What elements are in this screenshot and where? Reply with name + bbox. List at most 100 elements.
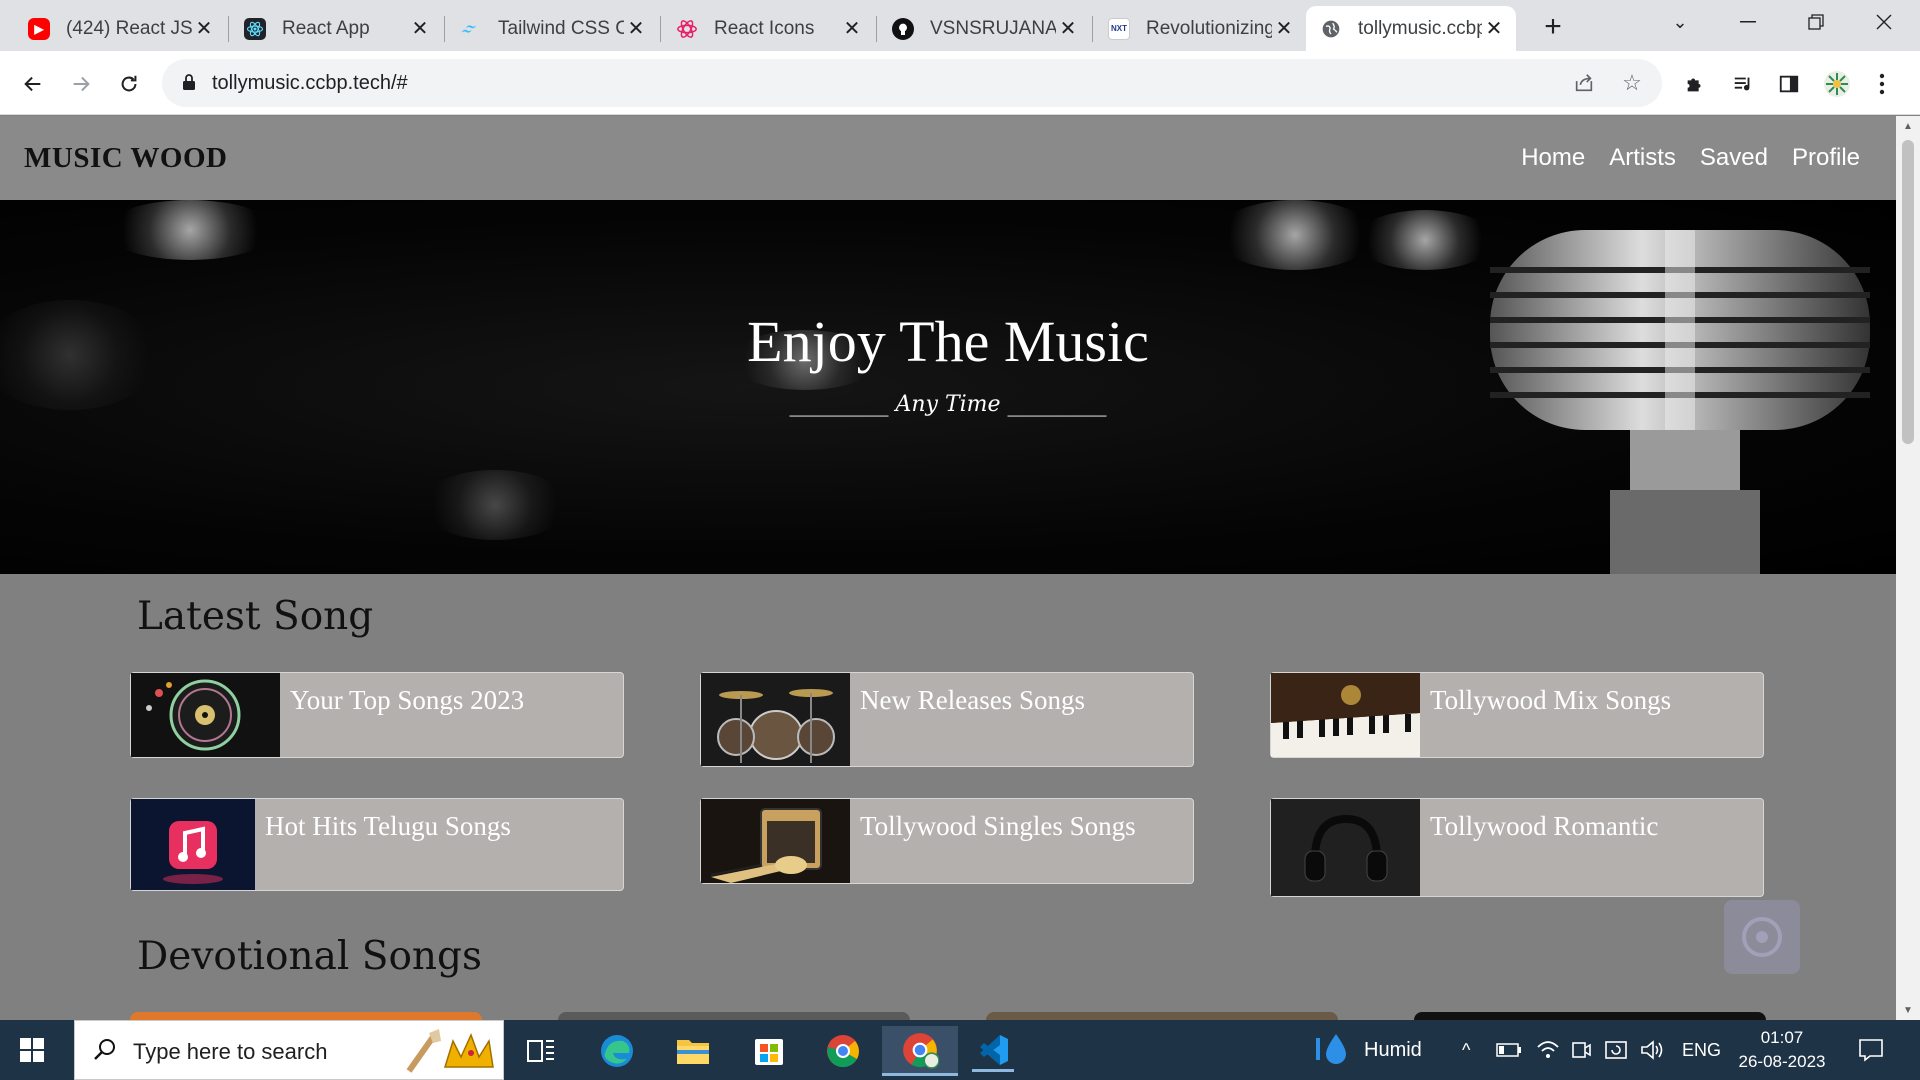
song-card[interactable]: Hot Hits Telugu Songs <box>130 798 624 891</box>
bokeh-light <box>420 470 570 540</box>
tab-title: Revolutionizing <box>1146 17 1272 39</box>
share-icon[interactable] <box>1568 67 1600 99</box>
react-icons-icon <box>676 18 698 40</box>
song-card[interactable]: Your Top Songs 2023 <box>130 672 624 758</box>
song-card-title: Tollywood Mix Songs <box>1430 685 1672 715</box>
restore-icon[interactable] <box>1782 0 1850 44</box>
notifications-icon[interactable] <box>1858 1020 1884 1080</box>
extensions-icon[interactable] <box>1678 67 1712 101</box>
song-card[interactable]: Tollywood Singles Songs <box>700 798 1194 884</box>
close-icon[interactable]: ✕ <box>1056 17 1080 41</box>
forward-arrow-icon[interactable] <box>64 67 98 101</box>
globe-icon <box>1320 18 1342 40</box>
drum-kit-image <box>701 673 850 766</box>
hero-banner: Enjoy The Music _________ Any Time _____… <box>0 200 1896 574</box>
tab-nxtwave[interactable]: NXT Revolutionizing ✕ <box>1094 6 1306 51</box>
chrome-icon[interactable] <box>822 1030 864 1072</box>
bokeh-light <box>105 200 275 260</box>
floating-assistant-button[interactable] <box>1724 900 1800 974</box>
back-arrow-icon[interactable] <box>16 67 50 101</box>
tab-react-icons[interactable]: React Icons ✕ <box>662 6 874 51</box>
lock-icon <box>183 74 195 90</box>
scroll-up-icon[interactable]: ▲ <box>1896 116 1920 136</box>
vinyl-record-image <box>131 673 280 757</box>
minimize-icon[interactable] <box>1714 0 1782 44</box>
language-indicator[interactable]: ENG <box>1682 1020 1721 1080</box>
nav-home[interactable]: Home <box>1521 144 1585 172</box>
youtube-icon: ▶ <box>28 17 50 40</box>
battery-icon[interactable] <box>1496 1020 1522 1080</box>
close-window-icon[interactable] <box>1850 0 1918 44</box>
meet-now-icon[interactable] <box>1570 1020 1592 1080</box>
url-text[interactable]: tollymusic.ccbp.tech/# <box>212 72 408 95</box>
close-icon[interactable]: ✕ <box>408 17 432 41</box>
tab-tollymusic[interactable]: tollymusic.ccbp ✕ <box>1306 6 1516 51</box>
react-icon <box>244 17 266 40</box>
reload-icon[interactable] <box>112 67 146 101</box>
piano-keys-image <box>1271 673 1420 757</box>
close-icon[interactable]: ✕ <box>192 17 216 41</box>
tab-separator <box>444 16 445 42</box>
song-card-title: Tollywood Singles Songs <box>860 811 1136 841</box>
nav-links: Home Artists Saved Profile <box>1521 144 1860 172</box>
clock[interactable]: 01:07 26-08-2023 <box>1734 1020 1830 1080</box>
clock-date: 26-08-2023 <box>1738 1052 1826 1071</box>
tab-strip: ▶ (424) React JS F ✕ React App ✕ Tailwin… <box>0 0 1920 51</box>
side-panel-icon[interactable] <box>1772 67 1806 101</box>
nav-saved[interactable]: Saved <box>1700 144 1768 172</box>
new-tab-icon[interactable]: + <box>1536 10 1570 44</box>
scroll-down-icon[interactable]: ▼ <box>1896 1000 1920 1020</box>
tab-youtube[interactable]: ▶ (424) React JS F ✕ <box>14 6 226 51</box>
hero-subtitle: _________ Any Time _________ <box>789 392 1107 417</box>
profile-avatar[interactable] <box>1820 67 1854 101</box>
song-card-title: Your Top Songs 2023 <box>290 685 525 715</box>
devotional-card[interactable] <box>558 1012 910 1020</box>
song-card[interactable]: Tollywood Mix Songs <box>1270 672 1764 758</box>
devotional-card[interactable] <box>130 1012 482 1020</box>
site-brand[interactable]: MUSIC WOOD <box>24 142 227 175</box>
task-view-icon[interactable] <box>520 1030 562 1072</box>
tab-react-app[interactable]: React App ✕ <box>230 6 442 51</box>
close-icon[interactable]: ✕ <box>840 17 864 41</box>
song-card-title: Tollywood Romantic <box>1430 811 1659 841</box>
edge-icon[interactable] <box>596 1030 638 1072</box>
nav-profile[interactable]: Profile <box>1792 144 1860 172</box>
music-app-icon-image <box>131 799 255 890</box>
tab-search-chevron-icon[interactable]: ⌄ <box>1646 0 1714 44</box>
devotional-songs-heading: Devotional Songs <box>137 934 483 979</box>
headphones-image <box>1271 799 1420 896</box>
tab-title: tollymusic.ccbp <box>1358 17 1482 39</box>
taskbar-search-box[interactable]: Type here to search <box>74 1020 504 1080</box>
vscode-icon[interactable] <box>972 1030 1014 1072</box>
song-card[interactable]: Tollywood Romantic <box>1270 798 1764 897</box>
song-card[interactable]: New Releases Songs <box>700 672 1194 767</box>
bookmark-star-icon[interactable]: ☆ <box>1616 67 1648 99</box>
weather-text: Humid <box>1364 1038 1422 1061</box>
tab-github[interactable]: VSNSRUJANA1 ✕ <box>878 6 1090 51</box>
media-controls-icon[interactable] <box>1726 67 1760 101</box>
page-scrollbar[interactable]: ▲ ▼ <box>1896 116 1920 1020</box>
show-hidden-icons[interactable]: ^ <box>1462 1020 1470 1080</box>
tab-tailwind[interactable]: Tailwind CSS Cl ✕ <box>446 6 658 51</box>
file-explorer-icon[interactable] <box>672 1030 714 1072</box>
wifi-icon[interactable] <box>1536 1020 1560 1080</box>
volume-icon[interactable] <box>1640 1020 1664 1080</box>
devotional-card[interactable] <box>986 1012 1338 1020</box>
nav-artists[interactable]: Artists <box>1609 144 1676 172</box>
scrollbar-thumb[interactable] <box>1902 140 1914 444</box>
search-placeholder: Type here to search <box>133 1039 328 1064</box>
site-navbar: MUSIC WOOD Home Artists Saved Profile <box>0 116 1896 200</box>
song-card-title: Hot Hits Telugu Songs <box>265 811 511 841</box>
address-bar[interactable]: tollymusic.ccbp.tech/# ☆ <box>162 59 1662 107</box>
weather-widget[interactable]: Humid <box>1314 1020 1422 1080</box>
tab-title: React App <box>282 17 370 39</box>
close-icon[interactable]: ✕ <box>1482 17 1506 41</box>
close-icon[interactable]: ✕ <box>624 17 648 41</box>
microsoft-store-icon[interactable] <box>748 1030 790 1072</box>
close-icon[interactable]: ✕ <box>1272 17 1296 41</box>
devotional-card[interactable] <box>1414 1012 1766 1020</box>
update-icon[interactable] <box>1604 1020 1628 1080</box>
more-menu-icon[interactable] <box>1870 67 1894 101</box>
windows-start-icon[interactable] <box>20 1038 44 1062</box>
chrome-profile-running-icon[interactable] <box>882 1026 958 1076</box>
